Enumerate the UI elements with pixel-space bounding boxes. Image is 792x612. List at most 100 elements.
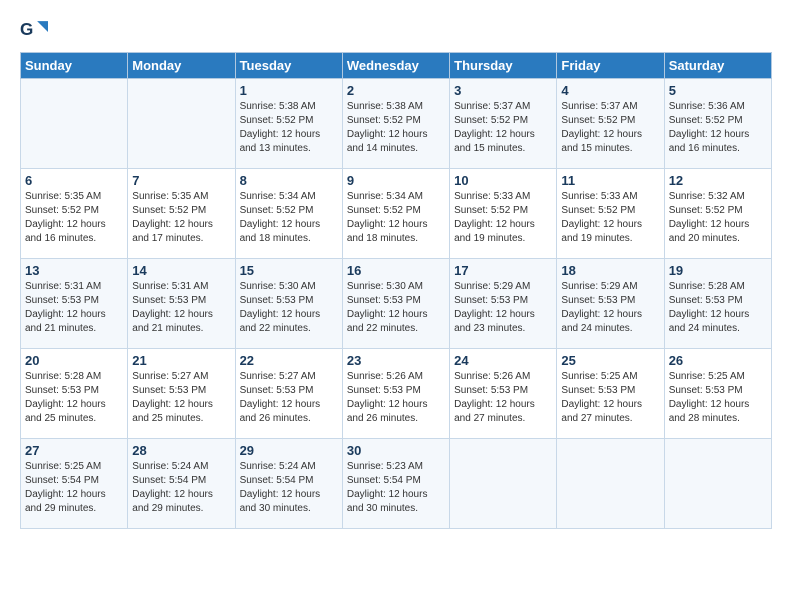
sunset-text: Sunset: 5:52 PM <box>669 114 767 128</box>
day-info: Sunrise: 5:27 AMSunset: 5:53 PMDaylight:… <box>240 370 338 426</box>
sunrise-text: Sunrise: 5:24 AM <box>240 460 338 474</box>
daylight-text: Daylight: 12 hours and 24 minutes. <box>669 308 767 336</box>
daylight-text: Daylight: 12 hours and 29 minutes. <box>25 488 123 516</box>
daylight-text: Daylight: 12 hours and 18 minutes. <box>347 218 445 246</box>
daylight-text: Daylight: 12 hours and 29 minutes. <box>132 488 230 516</box>
sunset-text: Sunset: 5:53 PM <box>132 294 230 308</box>
day-number: 28 <box>132 443 230 458</box>
sunset-text: Sunset: 5:52 PM <box>347 204 445 218</box>
day-cell: 14Sunrise: 5:31 AMSunset: 5:53 PMDayligh… <box>128 259 235 349</box>
week-row-3: 13Sunrise: 5:31 AMSunset: 5:53 PMDayligh… <box>21 259 772 349</box>
sunrise-text: Sunrise: 5:35 AM <box>132 190 230 204</box>
day-cell: 21Sunrise: 5:27 AMSunset: 5:53 PMDayligh… <box>128 349 235 439</box>
week-row-1: 1Sunrise: 5:38 AMSunset: 5:52 PMDaylight… <box>21 79 772 169</box>
day-cell: 29 Sunrise: 5:24 AMSunset: 5:54 PMDayligh… <box>235 439 342 529</box>
day-number: 6 <box>25 173 123 188</box>
daylight-text: Daylight: 12 hours and 23 minutes. <box>454 308 552 336</box>
day-number: 7 <box>132 173 230 188</box>
daylight-text: Daylight: 12 hours and 25 minutes. <box>132 398 230 426</box>
day-cell: 11 Sunrise: 5:33 AMSunset: 5:52 PMDayligh… <box>557 169 664 259</box>
day-number: 12 <box>669 173 767 188</box>
day-cell: 7Sunrise: 5:35 AMSunset: 5:52 PMDaylight… <box>128 169 235 259</box>
weekday-header-friday: Friday <box>557 53 664 79</box>
sunrise-text: Sunrise: 5:28 AM <box>669 280 767 294</box>
day-number: 11 <box>561 173 659 188</box>
day-number: 13 <box>25 263 123 278</box>
day-info: Sunrise: 5:37 AMSunset: 5:52 PMDaylight:… <box>454 100 552 156</box>
calendar-table: SundayMondayTuesdayWednesdayThursdayFrid… <box>20 52 772 529</box>
sunrise-text: Sunrise: 5:24 AM <box>132 460 230 474</box>
day-cell: 16Sunrise: 5:30 AMSunset: 5:53 PMDayligh… <box>342 259 449 349</box>
sunrise-text: Sunrise: 5:25 AM <box>669 370 767 384</box>
daylight-text: Daylight: 12 hours and 27 minutes. <box>561 398 659 426</box>
day-number: 9 <box>347 173 445 188</box>
day-info: Sunrise: 5:28 AMSunset: 5:53 PMDaylight:… <box>669 280 767 336</box>
day-number: 14 <box>132 263 230 278</box>
day-cell: 3 Sunrise: 5:37 AMSunset: 5:52 PMDaylight… <box>450 79 557 169</box>
daylight-text: Daylight: 12 hours and 26 minutes. <box>347 398 445 426</box>
day-number: 16 <box>347 263 445 278</box>
day-number: 29 <box>240 443 338 458</box>
day-cell: 22Sunrise: 5:27 AMSunset: 5:53 PMDayligh… <box>235 349 342 439</box>
weekday-header-wednesday: Wednesday <box>342 53 449 79</box>
day-info: Sunrise: 5:34 AMSunset: 5:52 PMDaylight:… <box>347 190 445 246</box>
day-cell: 8Sunrise: 5:34 AMSunset: 5:52 PMDaylight… <box>235 169 342 259</box>
day-info: Sunrise: 5:23 AMSunset: 5:54 PMDaylight:… <box>347 460 445 516</box>
day-cell <box>557 439 664 529</box>
sunrise-text: Sunrise: 5:35 AM <box>25 190 123 204</box>
daylight-text: Daylight: 12 hours and 21 minutes. <box>25 308 123 336</box>
daylight-text: Daylight: 12 hours and 30 minutes. <box>347 488 445 516</box>
day-info: Sunrise: 5:25 AMSunset: 5:53 PMDaylight:… <box>669 370 767 426</box>
day-info: Sunrise: 5:28 AMSunset: 5:53 PMDaylight:… <box>25 370 123 426</box>
daylight-text: Daylight: 12 hours and 22 minutes. <box>347 308 445 336</box>
day-cell: 20Sunrise: 5:28 AMSunset: 5:53 PMDayligh… <box>21 349 128 439</box>
daylight-text: Daylight: 12 hours and 13 minutes. <box>240 128 338 156</box>
day-cell: 4Sunrise: 5:37 AMSunset: 5:52 PMDaylight… <box>557 79 664 169</box>
day-info: Sunrise: 5:38 AMSunset: 5:52 PMDaylight:… <box>347 100 445 156</box>
day-number: 18 <box>561 263 659 278</box>
weekday-header-monday: Monday <box>128 53 235 79</box>
day-cell: 18Sunrise: 5:29 AMSunset: 5:53 PMDayligh… <box>557 259 664 349</box>
sunrise-text: Sunrise: 5:38 AM <box>347 100 445 114</box>
day-cell: 6Sunrise: 5:35 AMSunset: 5:52 PMDaylight… <box>21 169 128 259</box>
daylight-text: Daylight: 12 hours and 30 minutes. <box>240 488 338 516</box>
svg-text:G: G <box>20 20 33 39</box>
logo: G <box>20 18 50 46</box>
day-info: Sunrise: 5:33 AMSunset: 5:52 PMDaylight:… <box>561 190 659 246</box>
week-row-4: 20Sunrise: 5:28 AMSunset: 5:53 PMDayligh… <box>21 349 772 439</box>
daylight-text: Daylight: 12 hours and 22 minutes. <box>240 308 338 336</box>
day-number: 3 <box>454 83 552 98</box>
daylight-text: Daylight: 12 hours and 16 minutes. <box>25 218 123 246</box>
sunset-text: Sunset: 5:53 PM <box>454 294 552 308</box>
sunset-text: Sunset: 5:53 PM <box>25 384 123 398</box>
sunrise-text: Sunrise: 5:31 AM <box>25 280 123 294</box>
sunset-text: Sunset: 5:53 PM <box>454 384 552 398</box>
day-cell <box>664 439 771 529</box>
day-cell: 12 Sunrise: 5:32 AMSunset: 5:52 PMDayligh… <box>664 169 771 259</box>
sunset-text: Sunset: 5:54 PM <box>25 474 123 488</box>
day-info: Sunrise: 5:25 AMSunset: 5:53 PMDaylight:… <box>561 370 659 426</box>
weekday-header-sunday: Sunday <box>21 53 128 79</box>
day-number: 5 <box>669 83 767 98</box>
day-cell: 27Sunrise: 5:25 AMSunset: 5:54 PMDayligh… <box>21 439 128 529</box>
day-cell: 26Sunrise: 5:25 AMSunset: 5:53 PMDayligh… <box>664 349 771 439</box>
sunset-text: Sunset: 5:54 PM <box>347 474 445 488</box>
sunrise-text: Sunrise: 5:33 AM <box>454 190 552 204</box>
sunset-text: Sunset: 5:53 PM <box>561 384 659 398</box>
day-number: 10 <box>454 173 552 188</box>
day-number: 19 <box>669 263 767 278</box>
day-info: Sunrise: 5:32 AMSunset: 5:52 PMDaylight:… <box>669 190 767 246</box>
weekday-header-saturday: Saturday <box>664 53 771 79</box>
day-number: 30 <box>347 443 445 458</box>
day-cell: 5Sunrise: 5:36 AMSunset: 5:52 PMDaylight… <box>664 79 771 169</box>
weekday-header-thursday: Thursday <box>450 53 557 79</box>
sunset-text: Sunset: 5:53 PM <box>240 294 338 308</box>
day-info: Sunrise: 5:31 AMSunset: 5:53 PMDaylight:… <box>25 280 123 336</box>
sunrise-text: Sunrise: 5:37 AM <box>454 100 552 114</box>
sunset-text: Sunset: 5:52 PM <box>669 204 767 218</box>
sunrise-text: Sunrise: 5:25 AM <box>25 460 123 474</box>
day-info: Sunrise: 5:24 AMSunset: 5:54 PMDaylight:… <box>240 460 338 516</box>
day-number: 25 <box>561 353 659 368</box>
sunrise-text: Sunrise: 5:27 AM <box>240 370 338 384</box>
day-info: Sunrise: 5:38 AMSunset: 5:52 PMDaylight:… <box>240 100 338 156</box>
